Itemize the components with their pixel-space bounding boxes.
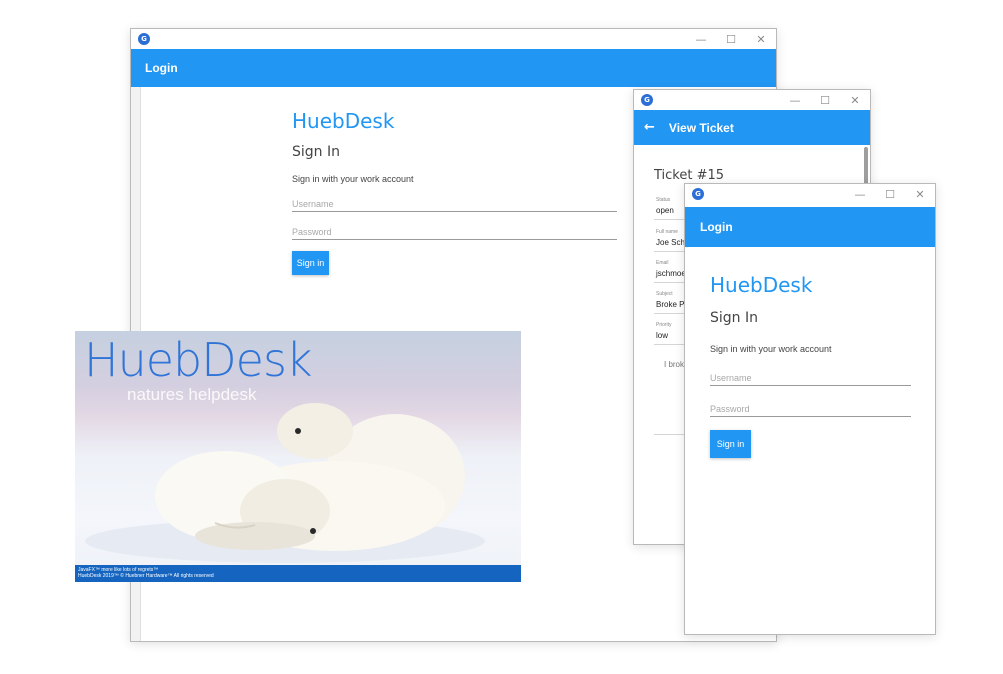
brand-title: HuebDesk — [710, 273, 813, 297]
priority-value: low — [656, 331, 669, 340]
signin-heading: Sign In — [710, 310, 758, 326]
priority-label: Priority — [656, 322, 672, 328]
close-button[interactable]: ✕ — [840, 90, 870, 110]
username-input[interactable] — [710, 369, 911, 387]
desktop-canvas: G — ☐ ✕ Login HuebDesk Sign In Sign in w… — [0, 0, 1003, 674]
ticket-appbar: ← View Ticket — [634, 110, 870, 145]
ticket-title: Ticket #15 — [654, 168, 725, 183]
main-appbar: Login — [131, 49, 776, 87]
maximize-button[interactable]: ☐ — [875, 184, 905, 204]
splash-footer-line2: HuebDesk 2019™ © Huebner Hardware™ All r… — [78, 573, 214, 579]
window-controls: — ☐ ✕ — [845, 184, 935, 204]
close-button[interactable]: ✕ — [746, 29, 776, 49]
ticket-titlebar: G — ☐ ✕ — [634, 90, 870, 110]
password-input[interactable] — [292, 223, 617, 241]
email-label: Email — [656, 260, 669, 266]
small-titlebar: G — ☐ ✕ — [685, 184, 935, 204]
app-logo-icon: G — [138, 33, 150, 45]
password-field — [292, 222, 617, 241]
signin-subtitle: Sign in with your work account — [710, 344, 832, 354]
status-value: open — [656, 206, 674, 215]
fullname-label: Full name — [656, 229, 678, 235]
small-appbar: Login — [685, 207, 935, 247]
window-controls: — ☐ ✕ — [780, 90, 870, 110]
maximize-button[interactable]: ☐ — [810, 90, 840, 110]
password-field — [710, 399, 911, 418]
minimize-button[interactable]: — — [686, 29, 716, 49]
polar-bears-image — [85, 403, 485, 563]
signin-button[interactable]: Sign in — [710, 430, 751, 458]
splash-footer: JavaFX™ more like lots of regrets™ HuebD… — [75, 565, 521, 582]
username-field — [292, 194, 617, 213]
username-field — [710, 368, 911, 387]
subject-label: Subject — [656, 291, 673, 297]
signin-heading: Sign In — [292, 144, 340, 160]
maximize-button[interactable]: ☐ — [716, 29, 746, 49]
appbar-title: View Ticket — [668, 120, 734, 135]
signin-subtitle: Sign in with your work account — [292, 174, 414, 184]
minimize-button[interactable]: — — [780, 90, 810, 110]
close-button[interactable]: ✕ — [905, 184, 935, 204]
appbar-title: Login — [700, 220, 733, 234]
window-controls: — ☐ ✕ — [686, 29, 776, 49]
app-logo-icon: G — [641, 94, 653, 106]
brand-title: HuebDesk — [292, 109, 395, 133]
minimize-button[interactable]: — — [845, 184, 875, 204]
main-titlebar: G — ☐ ✕ — [131, 29, 776, 49]
back-arrow-icon[interactable]: ← — [644, 120, 655, 135]
app-logo-icon: G — [692, 188, 704, 200]
signin-button[interactable]: Sign in — [292, 251, 329, 275]
password-input[interactable] — [710, 400, 911, 418]
status-label: Status — [656, 197, 671, 203]
splash-screen: HuebDesk natures helpdesk JavaFX™ more l… — [75, 331, 521, 582]
appbar-title: Login — [145, 61, 178, 75]
small-login-window: G — ☐ ✕ Login HuebDesk Sign In Sign in w… — [684, 183, 936, 635]
username-input[interactable] — [292, 195, 617, 213]
